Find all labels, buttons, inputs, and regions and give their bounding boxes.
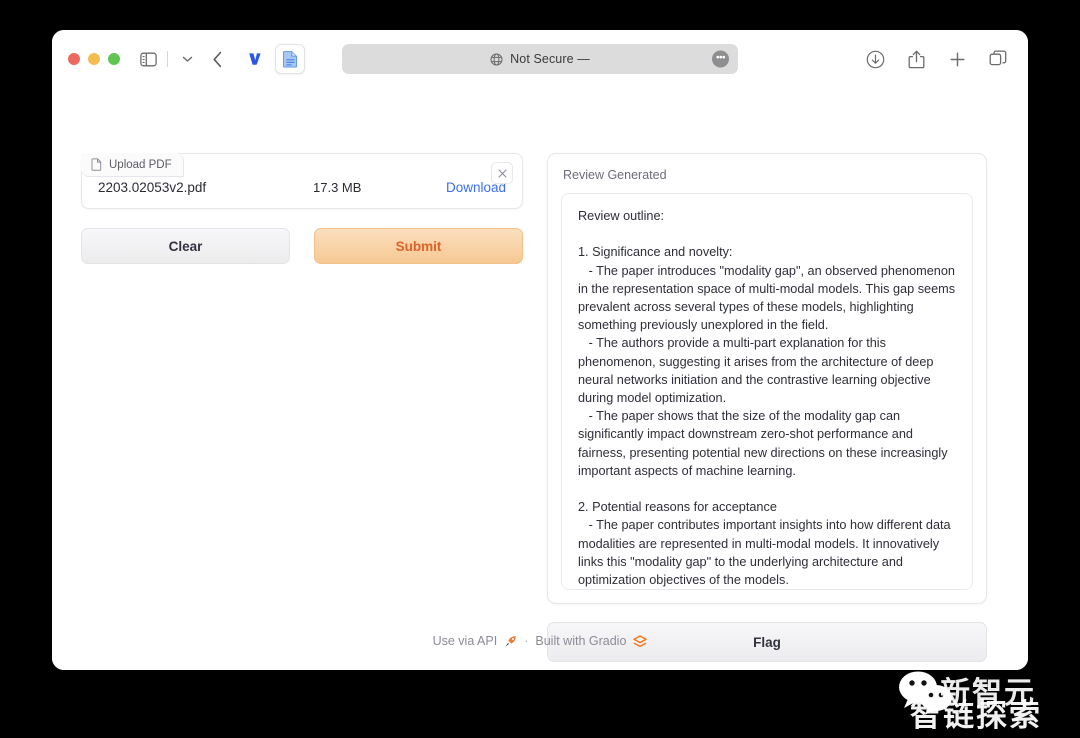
- globe-icon: [490, 53, 503, 66]
- file-name: 2203.02053v2.pdf: [98, 180, 207, 195]
- app-grid: Upload PDF 2203.02053v2.pdf 17.3 MB Down: [81, 153, 999, 662]
- use-via-api-link[interactable]: Use via API: [433, 634, 498, 648]
- chevron-down-icon[interactable]: [175, 47, 199, 71]
- zoom-window-button[interactable]: [108, 53, 120, 65]
- file-size: 17.3 MB: [313, 180, 362, 195]
- address-bar-text: Not Secure —: [510, 52, 590, 66]
- watermark-line-2: 智链探索: [910, 698, 1042, 734]
- watermark-line-1: 新智元: [940, 676, 1036, 711]
- page-content: Upload PDF 2203.02053v2.pdf 17.3 MB Down: [52, 88, 1028, 670]
- back-arrow-icon[interactable]: [205, 47, 229, 71]
- footer-separator: ·: [524, 634, 529, 648]
- download-icon[interactable]: [863, 47, 887, 71]
- minimize-window-button[interactable]: [88, 53, 100, 65]
- file-icon: [91, 158, 102, 171]
- upload-pdf-label: Upload PDF: [109, 158, 172, 171]
- api-rocket-icon: [504, 635, 517, 648]
- submit-button[interactable]: Submit: [314, 228, 523, 264]
- tab-overview-icon[interactable]: [986, 47, 1010, 71]
- clear-button[interactable]: Clear: [81, 228, 290, 264]
- more-options-icon[interactable]: •••: [712, 50, 729, 68]
- right-column: Review Generated Review outline: 1. Sign…: [547, 153, 987, 662]
- address-bar[interactable]: Not Secure — •••: [342, 44, 738, 74]
- review-generated-card: Review Generated Review outline: 1. Sign…: [547, 153, 987, 604]
- screen: Not Secure — ••• Upload PDF 2203.02053v2…: [0, 0, 1080, 738]
- tab-v-favicon[interactable]: [241, 45, 269, 73]
- tab-document-favicon[interactable]: [275, 44, 305, 74]
- close-window-button[interactable]: [68, 53, 80, 65]
- browser-window: Not Secure — ••• Upload PDF 2203.02053v2…: [52, 30, 1028, 670]
- upload-pdf-tab[interactable]: Upload PDF: [81, 153, 184, 177]
- left-column: Upload PDF 2203.02053v2.pdf 17.3 MB Down: [81, 153, 523, 264]
- toolbar-right-group: [863, 30, 1010, 88]
- page-footer: Use via API · Built with Gradio: [52, 634, 1028, 648]
- browser-toolbar: Not Secure — •••: [52, 30, 1028, 88]
- review-generated-label: Review Generated: [563, 168, 667, 182]
- sidebar-controls: [136, 47, 199, 71]
- clear-file-button[interactable]: [491, 162, 513, 184]
- gradio-logo-icon: [633, 634, 648, 648]
- share-icon[interactable]: [904, 47, 928, 71]
- tab-strip: [241, 44, 305, 74]
- action-button-row: Clear Submit: [81, 228, 523, 264]
- window-controls: [68, 53, 120, 65]
- sidebar-icon[interactable]: [136, 47, 160, 71]
- file-row: 2203.02053v2.pdf 17.3 MB Download: [82, 178, 522, 208]
- watermark: 新智元 智链探索: [882, 662, 1062, 736]
- wechat-icon: [896, 670, 962, 723]
- review-output-text: Review outline: 1. Significance and nove…: [578, 209, 956, 588]
- toolbar-divider: [167, 51, 168, 67]
- built-with-gradio-link[interactable]: Built with Gradio: [535, 634, 626, 648]
- plus-icon[interactable]: [945, 47, 969, 71]
- file-upload-block: Upload PDF 2203.02053v2.pdf 17.3 MB Down: [81, 153, 523, 209]
- review-output-box[interactable]: Review outline: 1. Significance and nove…: [561, 193, 973, 590]
